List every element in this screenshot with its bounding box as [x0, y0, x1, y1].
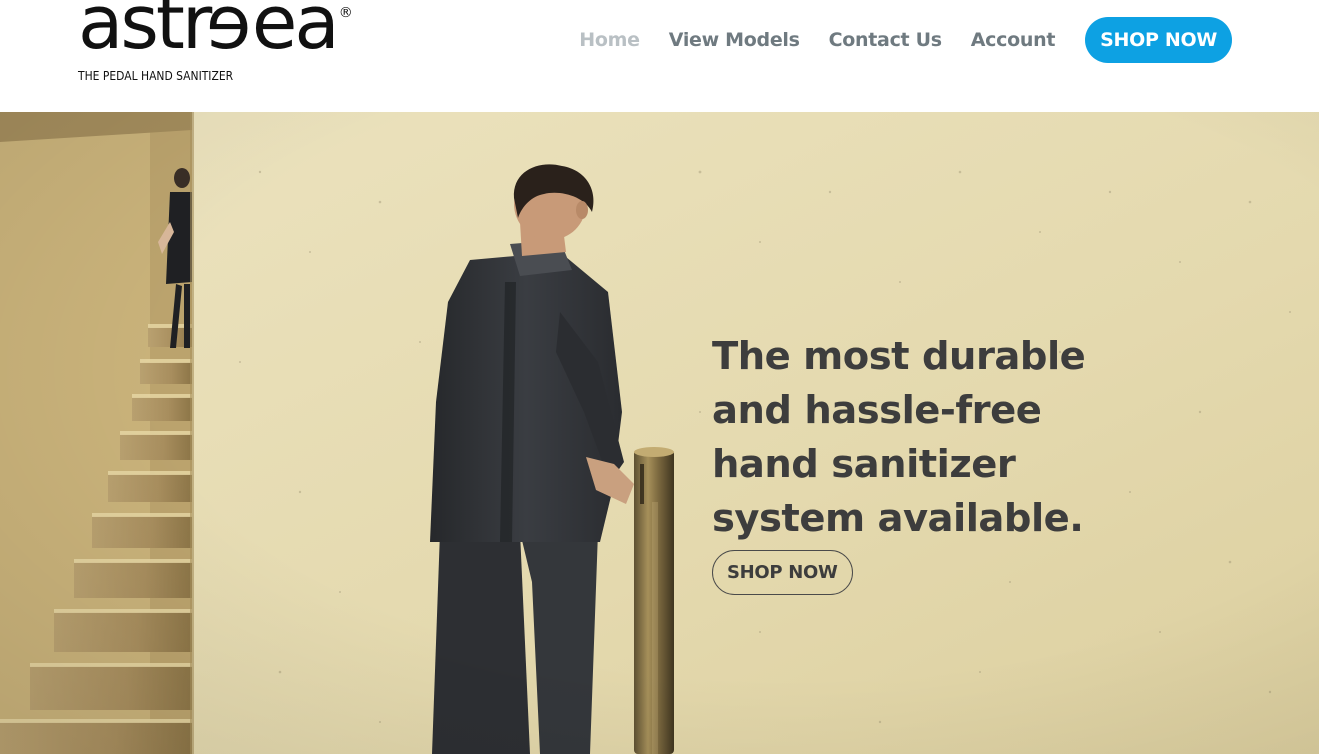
hero-heading-line: hand sanitizer — [712, 442, 1016, 487]
hero-shop-now-button[interactable]: SHOP NOW — [712, 550, 853, 595]
hero-heading: The most durable and hassle-free hand sa… — [712, 330, 1112, 546]
hero-banner: The most durable and hassle-free hand sa… — [0, 112, 1319, 754]
nav-link-account[interactable]: Account — [971, 29, 1056, 51]
main-nav: Home View Models Contact Us Account SHOP… — [579, 17, 1232, 63]
logo-tagline: THE PEDAL HAND SANITIZER — [78, 68, 234, 83]
logo-wordmark: astr e ea ® — [78, 0, 353, 66]
hero-heading-line: system available. — [712, 496, 1084, 541]
nav-link-home[interactable]: Home — [579, 29, 640, 51]
hero-photo — [0, 112, 1319, 754]
nav-link-view-models[interactable]: View Models — [669, 29, 800, 51]
site-header: astr e ea ® THE PEDAL HAND SANITIZER Hom… — [0, 0, 1319, 112]
hero-heading-line: and hassle-free — [712, 388, 1042, 433]
brand-logo[interactable]: astr e ea ® THE PEDAL HAND SANITIZER — [78, 0, 398, 90]
nav-link-contact-us[interactable]: Contact Us — [829, 29, 942, 51]
logo-wordmark-suffix: ea — [251, 0, 340, 66]
registered-mark: ® — [338, 5, 353, 21]
header-shop-now-button[interactable]: SHOP NOW — [1085, 17, 1232, 63]
hero-heading-line: The most durable — [712, 334, 1086, 379]
logo-wordmark-flipped-e: e — [209, 0, 252, 66]
logo-wordmark-prefix: astr — [78, 0, 212, 66]
